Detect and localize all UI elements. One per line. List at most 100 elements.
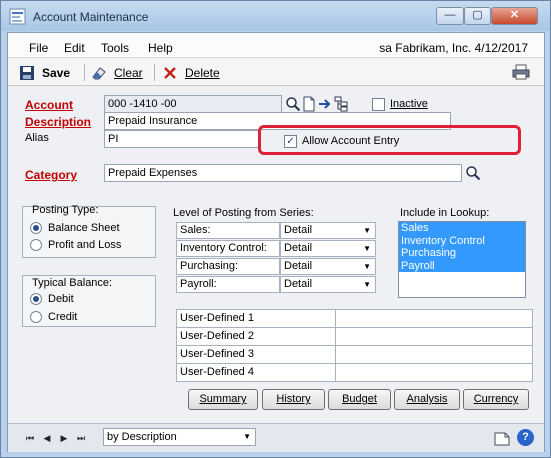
save-icon <box>20 66 34 80</box>
account-structure-icon[interactable] <box>333 96 349 112</box>
series-posting-title: Level of Posting from Series: <box>173 207 314 219</box>
series-level-select[interactable]: Detail ▼ <box>280 240 376 257</box>
history-button[interactable]: History <box>262 389 325 410</box>
debit-radio[interactable] <box>30 293 42 305</box>
window-title: Account Maintenance <box>33 10 149 24</box>
delete-x-icon <box>164 67 176 79</box>
series-level-value: Detail <box>284 224 313 236</box>
user-defined-3-field[interactable] <box>335 345 533 364</box>
chevron-down-icon: ▼ <box>363 280 371 289</box>
clear-button[interactable]: Clear <box>91 64 143 82</box>
menu-help[interactable]: Help <box>148 41 173 55</box>
new-document-icon[interactable] <box>301 96 317 112</box>
chevron-down-icon: ▼ <box>243 432 251 441</box>
user-defined-3-label: User-Defined 3 <box>176 345 336 364</box>
inactive-label: Inactive <box>390 98 428 110</box>
credit-label: Credit <box>48 311 78 323</box>
category-label: Category <box>25 168 78 182</box>
alias-field[interactable]: PI <box>104 130 261 148</box>
last-record-icon[interactable]: ⏭ <box>75 432 87 444</box>
budget-button[interactable]: Budget <box>328 389 391 410</box>
summary-button[interactable]: Summary <box>188 389 258 410</box>
chevron-down-icon: ▼ <box>363 244 371 253</box>
delete-label: Delete <box>185 66 220 80</box>
balance-sheet-label: Balance Sheet <box>48 222 120 234</box>
posting-type-title: Posting Type: <box>32 204 99 216</box>
menu-bar: File Edit Tools Help sa Fabrikam, Inc. 4… <box>8 33 544 58</box>
user-defined-2-label: User-Defined 2 <box>176 327 336 346</box>
typical-balance-title: Typical Balance: <box>32 277 113 289</box>
series-row-purchasing: Purchasing: Detail ▼ <box>176 258 376 275</box>
user-defined-1-field[interactable] <box>335 309 533 328</box>
include-in-lookup-list[interactable]: Sales Inventory Control Purchasing Payro… <box>398 221 526 298</box>
arrow-right-icon[interactable] <box>317 96 333 112</box>
save-button[interactable]: Save <box>19 64 70 82</box>
include-in-lookup-title: Include in Lookup: <box>400 207 490 219</box>
series-label: Inventory Control: <box>176 240 280 257</box>
help-icon[interactable]: ? <box>517 429 534 446</box>
maximize-button[interactable]: ▢ <box>464 7 491 25</box>
user-defined-4-label: User-Defined 4 <box>176 363 336 382</box>
chevron-down-icon: ▼ <box>363 226 371 235</box>
toolbar-separator <box>84 64 85 81</box>
series-row-payroll: Payroll: Detail ▼ <box>176 276 376 293</box>
first-record-icon[interactable]: ⏮ <box>24 432 36 444</box>
series-level-select[interactable]: Detail ▼ <box>280 258 376 275</box>
series-level-value: Detail <box>284 260 313 272</box>
debit-label: Debit <box>48 293 74 305</box>
browse-sort-select[interactable]: by Description ▼ <box>103 428 256 446</box>
title-bar[interactable]: Account Maintenance — ▢ ✕ <box>1 1 550 31</box>
save-label: Save <box>42 66 71 80</box>
lookup-item[interactable]: Sales <box>399 222 525 235</box>
inactive-checkbox[interactable] <box>372 98 385 111</box>
menu-tools[interactable]: Tools <box>101 41 129 55</box>
window-client-area: File Edit Tools Help sa Fabrikam, Inc. 4… <box>7 32 545 452</box>
currency-button[interactable]: Currency <box>463 389 529 410</box>
category-field[interactable]: Prepaid Expenses <box>104 164 462 182</box>
analysis-button[interactable]: Analysis <box>394 389 460 410</box>
menu-edit[interactable]: Edit <box>64 41 85 55</box>
category-lookup-icon[interactable] <box>465 165 481 181</box>
app-icon <box>9 8 26 25</box>
lookup-item[interactable]: Payroll <box>399 259 525 272</box>
sort-value: by Description <box>107 431 177 443</box>
series-label: Purchasing: <box>176 258 280 275</box>
toolbar: Save Clear Delete <box>8 59 544 86</box>
series-level-select[interactable]: Detail ▼ <box>280 222 376 239</box>
balance-sheet-radio[interactable] <box>30 222 42 234</box>
series-level-value: Detail <box>284 278 313 290</box>
lookup-item[interactable]: Purchasing <box>399 247 525 260</box>
minimize-button[interactable]: — <box>436 7 464 25</box>
note-icon[interactable] <box>493 429 511 447</box>
account-label: Account <box>25 98 73 112</box>
series-label: Sales: <box>176 222 280 239</box>
series-level-value: Detail <box>284 242 313 254</box>
series-row-inventory: Inventory Control: Detail ▼ <box>176 240 376 257</box>
company-info: sa Fabrikam, Inc. 4/12/2017 <box>379 41 528 55</box>
account-number-field[interactable]: 000 -1410 -00 <box>104 95 282 113</box>
user-defined-4-field[interactable] <box>335 363 533 382</box>
profit-and-loss-label: Profit and Loss <box>48 239 122 251</box>
user-defined-2-field[interactable] <box>335 327 533 346</box>
close-button[interactable]: ✕ <box>491 7 538 25</box>
status-bar: ⏮ ◀ ▶ ⏭ by Description ▼ ? <box>8 423 544 452</box>
delete-button[interactable]: Delete <box>162 64 220 82</box>
printer-icon[interactable] <box>512 64 530 80</box>
series-row-sales: Sales: Detail ▼ <box>176 222 376 239</box>
profit-and-loss-radio[interactable] <box>30 239 42 251</box>
next-record-icon[interactable]: ▶ <box>58 432 70 444</box>
previous-record-icon[interactable]: ◀ <box>41 432 53 444</box>
lookup-magnifier-icon[interactable] <box>285 96 301 112</box>
series-level-select[interactable]: Detail ▼ <box>280 276 376 293</box>
menu-file[interactable]: File <box>29 41 48 55</box>
account-maintenance-window: Account Maintenance — ▢ ✕ File Edit Tool… <box>0 0 551 458</box>
description-label: Description <box>25 115 92 129</box>
eraser-icon <box>92 67 106 80</box>
chevron-down-icon: ▼ <box>363 262 371 271</box>
alias-label: Alias <box>25 132 49 144</box>
clear-label: Clear <box>114 66 143 80</box>
user-defined-1-label: User-Defined 1 <box>176 309 336 328</box>
lookup-item[interactable]: Inventory Control <box>399 234 525 247</box>
credit-radio[interactable] <box>30 311 42 323</box>
series-label: Payroll: <box>176 276 280 293</box>
